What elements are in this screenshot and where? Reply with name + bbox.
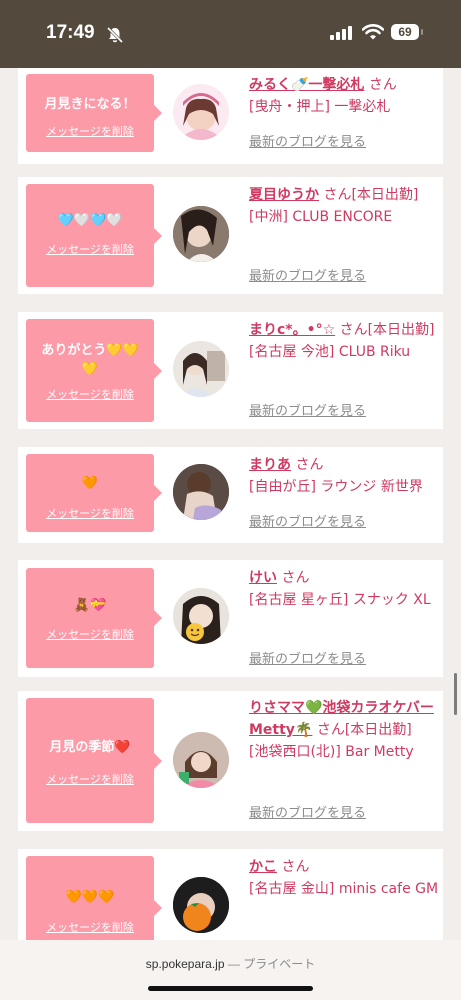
message-bubble: 🧸💝 メッセージを削除 bbox=[26, 568, 162, 668]
delete-message-link[interactable]: メッセージを削除 bbox=[26, 123, 154, 139]
wifi-icon bbox=[362, 24, 384, 40]
shop-area: [池袋西口(北)] Bar Metty bbox=[249, 744, 414, 760]
delete-message-link[interactable]: メッセージを削除 bbox=[26, 626, 154, 642]
message-text: 🧸💝 bbox=[73, 598, 107, 613]
honorific-label: さん bbox=[339, 322, 368, 338]
cast-name-link[interactable]: 夏目ゆうか bbox=[249, 187, 319, 203]
cast-info: まりc*。•°☆ さん[本日出勤] [名古屋 今池] CLUB Riku bbox=[249, 319, 439, 363]
message-text: ありがとう💛💛💛 bbox=[41, 343, 139, 377]
attendance-status: [本日出勤] bbox=[344, 722, 412, 738]
attendance-status: [本日出勤] bbox=[367, 322, 435, 338]
cast-info: かこ さん [名古屋 金山] minis cafe GM bbox=[249, 856, 439, 900]
honorific-label: さん bbox=[316, 722, 345, 738]
message-text: 🧡🧡🧡 bbox=[65, 890, 115, 905]
avatar[interactable] bbox=[173, 84, 229, 140]
message-text: 月見きになる！ bbox=[44, 97, 136, 112]
cast-name-link[interactable]: かこ bbox=[249, 859, 277, 875]
delete-message-link[interactable]: メッセージを削除 bbox=[26, 386, 154, 402]
attendance-status: [本日出勤] bbox=[351, 187, 419, 203]
domain-text: sp.pokepara.jp bbox=[145, 957, 225, 971]
signal-icon bbox=[330, 26, 352, 40]
private-mode-label: — プライベート bbox=[227, 957, 316, 971]
delete-message-link[interactable]: メッセージを削除 bbox=[26, 771, 154, 787]
message-bubble: 月見きになる！ メッセージを削除 bbox=[26, 74, 162, 152]
message-text: 🧡 bbox=[81, 476, 99, 491]
shop-area: [自由が丘] ラウンジ 新世界 bbox=[249, 479, 423, 495]
cast-name-link[interactable]: まりc*。•°☆ bbox=[249, 322, 335, 338]
delete-message-link[interactable]: メッセージを削除 bbox=[26, 919, 154, 935]
address-display[interactable]: sp.pokepara.jp — プライベート bbox=[0, 955, 461, 972]
message-text: 月見の季節❤️ bbox=[49, 740, 131, 755]
avatar[interactable] bbox=[173, 877, 229, 933]
cast-info: 夏目ゆうか さん[本日出勤] [中洲] CLUB ENCORE bbox=[249, 184, 439, 228]
latest-blog-link[interactable]: 最新のブログを見る bbox=[249, 265, 366, 284]
message-card: ありがとう💛💛💛 メッセージを削除 まりc*。•°☆ さん[本日出勤] [名古屋… bbox=[18, 312, 443, 429]
message-bubble: 🩵🤍🩵🤍 メッセージを削除 bbox=[26, 184, 162, 287]
cast-name-link[interactable]: まりあ bbox=[249, 457, 291, 473]
message-bubble: 🧡 メッセージを削除 bbox=[26, 454, 162, 532]
shop-area: [名古屋 星ヶ丘] スナック XL bbox=[249, 592, 431, 608]
battery-indicator: 69 bbox=[391, 24, 419, 40]
message-card: 🧡 メッセージを削除 まりあ さん [自由が丘] ラウンジ 新世界 最新のブログ… bbox=[18, 447, 443, 543]
avatar[interactable] bbox=[173, 588, 229, 644]
latest-blog-link[interactable]: 最新のブログを見る bbox=[249, 802, 366, 821]
latest-blog-link[interactable]: 最新のブログを見る bbox=[249, 511, 366, 530]
cast-info: けい さん [名古屋 星ヶ丘] スナック XL bbox=[249, 567, 439, 611]
home-indicator[interactable] bbox=[148, 986, 313, 991]
honorific-label: さん bbox=[323, 187, 352, 203]
message-card: 🧸💝 メッセージを削除 けい さん [名古屋 星ヶ丘] スナック XL 最新のブ… bbox=[18, 560, 443, 677]
message-card: 月見きになる！ メッセージを削除 みるく🍼一撃必札 さん [曳舟・押上] 一撃必… bbox=[18, 68, 443, 164]
scrollbar[interactable] bbox=[454, 673, 457, 715]
cast-info: りさママ💚池袋カラオケバーMetty🌴 さん[本日出勤] [池袋西口(北)] B… bbox=[249, 697, 439, 763]
battery-tip bbox=[421, 29, 423, 35]
message-card: 🩵🤍🩵🤍 メッセージを削除 夏目ゆうか さん[本日出勤] [中洲] CLUB E… bbox=[18, 177, 443, 294]
message-bubble: ありがとう💛💛💛 メッセージを削除 bbox=[26, 319, 162, 422]
latest-blog-link[interactable]: 最新のブログを見る bbox=[249, 131, 366, 150]
message-text: 🩵🤍🩵🤍 bbox=[57, 213, 123, 228]
honorific-label: さん bbox=[295, 457, 324, 473]
browser-address-bar[interactable]: sp.pokepara.jp — プライベート bbox=[0, 940, 461, 1000]
honorific-label: さん bbox=[368, 77, 397, 93]
message-bubble: 月見の季節❤️ メッセージを削除 bbox=[26, 698, 162, 823]
shop-area: [中洲] CLUB ENCORE bbox=[249, 209, 393, 225]
avatar[interactable] bbox=[173, 341, 229, 397]
shop-area: [名古屋 金山] minis cafe GM bbox=[249, 881, 439, 897]
cast-info: まりあ さん [自由が丘] ラウンジ 新世界 bbox=[249, 454, 439, 498]
message-card: 月見の季節❤️ メッセージを削除 りさママ💚池袋カラオケバーMetty🌴 さん[… bbox=[18, 691, 443, 831]
cast-name-link[interactable]: けい bbox=[249, 570, 277, 586]
honorific-label: さん bbox=[281, 859, 310, 875]
avatar[interactable] bbox=[173, 732, 229, 788]
delete-message-link[interactable]: メッセージを削除 bbox=[26, 505, 154, 521]
latest-blog-link[interactable]: 最新のブログを見る bbox=[249, 400, 366, 419]
delete-message-link[interactable]: メッセージを削除 bbox=[26, 241, 154, 257]
shop-area: [曳舟・押上] 一撃必札 bbox=[249, 99, 391, 115]
status-bar: 17:49 69 bbox=[0, 0, 461, 68]
cast-name-link[interactable]: みるく🍼一撃必札 bbox=[249, 77, 364, 93]
avatar[interactable] bbox=[173, 464, 229, 520]
cast-info: みるく🍼一撃必札 さん [曳舟・押上] 一撃必札 bbox=[249, 74, 439, 118]
shop-area: [名古屋 今池] CLUB Riku bbox=[249, 344, 411, 360]
latest-blog-link[interactable]: 最新のブログを見る bbox=[249, 648, 366, 667]
status-time: 17:49 bbox=[46, 22, 95, 43]
bell-muted-icon bbox=[106, 26, 124, 44]
avatar[interactable] bbox=[173, 206, 229, 262]
honorific-label: さん bbox=[281, 570, 310, 586]
